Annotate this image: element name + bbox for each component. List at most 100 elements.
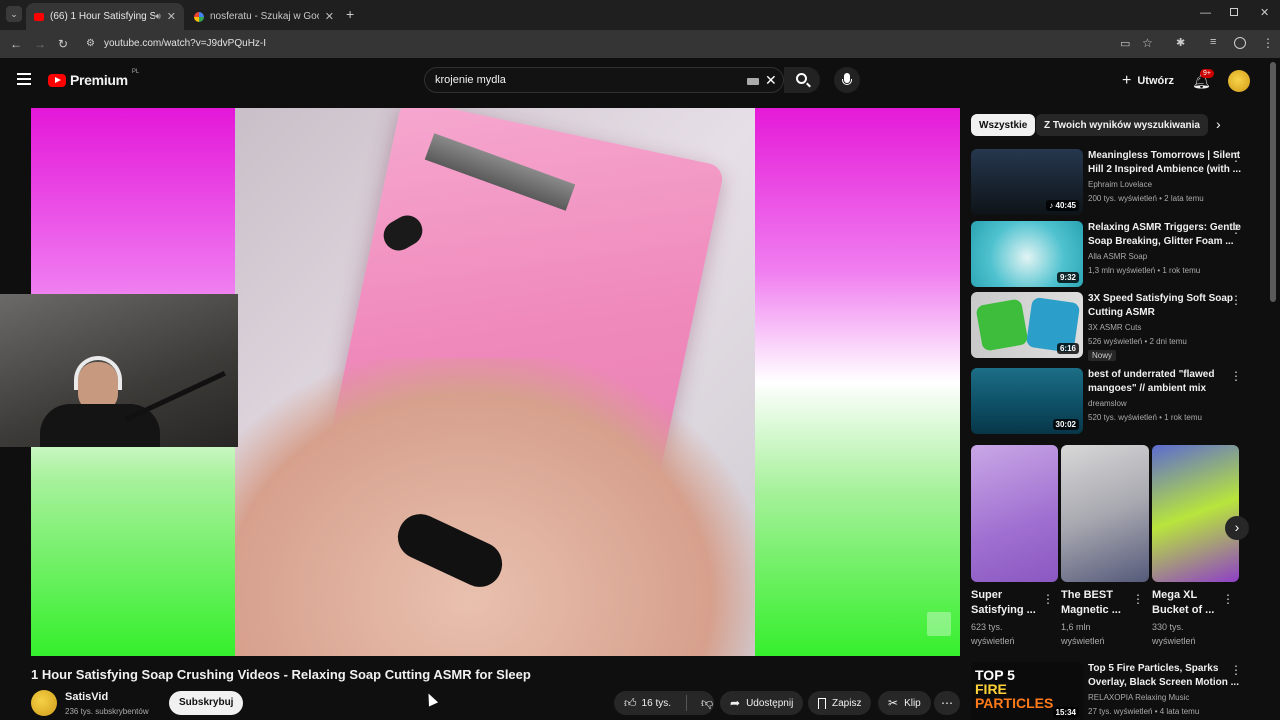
- more-vertical-icon[interactable]: ⋮: [1132, 592, 1144, 606]
- create-button[interactable]: + Utwórz: [1122, 72, 1174, 90]
- new-tab-button[interactable]: +: [346, 6, 354, 22]
- tab-list-button[interactable]: ⌄: [6, 6, 22, 22]
- channel-name[interactable]: RELAXOPIA Relaxing Music: [1088, 691, 1189, 705]
- like-dislike-group: 👍︎ 16 tys. 👎︎: [614, 691, 714, 715]
- shorts-next-button[interactable]: ›: [1225, 516, 1249, 540]
- more-vertical-icon[interactable]: ⋮: [1230, 369, 1242, 383]
- thumbnail-3[interactable]: 6:16: [971, 292, 1083, 358]
- video-title-line[interactable]: Soap Breaking, Glitter Foam ...: [1088, 235, 1234, 249]
- close-tab-icon[interactable]: ✕: [325, 10, 334, 23]
- video-title-line[interactable]: Overlay, Black Screen Motion ...: [1088, 676, 1239, 690]
- youtube-logo[interactable]: Premium PL: [48, 69, 140, 88]
- thumbnail-1[interactable]: ♪ 40:45: [971, 149, 1083, 215]
- hand-image: [235, 358, 755, 656]
- restore-icon[interactable]: [1230, 8, 1238, 16]
- video-title-line[interactable]: Hill 2 Inspired Ambience (with ...: [1088, 163, 1241, 177]
- reload-icon[interactable]: ↻: [58, 37, 68, 51]
- channel-name[interactable]: SatisVid: [65, 691, 108, 703]
- scissors-icon: ✂: [888, 696, 899, 710]
- video-title-line[interactable]: Top 5 Fire Particles, Sparks: [1088, 662, 1218, 676]
- short-title-line[interactable]: Satisfying ...: [971, 603, 1036, 617]
- youtube-play-logo-icon: [48, 73, 66, 87]
- more-vertical-icon[interactable]: ⋮: [1042, 592, 1054, 606]
- video-title: 1 Hour Satisfying Soap Crushing Videos -…: [31, 667, 531, 682]
- video-title-line[interactable]: mangoes" // ambient mix: [1088, 382, 1206, 396]
- save-button[interactable]: Zapisz: [808, 691, 872, 715]
- video-title-line[interactable]: Relaxing ASMR Triggers: Gentle: [1088, 221, 1241, 235]
- search-button[interactable]: [784, 67, 820, 93]
- short-views: 330 tys.: [1152, 622, 1184, 632]
- more-vertical-icon[interactable]: ⋮: [1222, 592, 1234, 606]
- video-title-line[interactable]: best of underrated "flawed: [1088, 368, 1214, 382]
- media-control-icon[interactable]: ≡: [1210, 36, 1216, 48]
- subscribe-button[interactable]: Subskrybuj: [169, 691, 244, 715]
- browser-tab-bar: ⌄ (66) 1 Hour Satisfying Soap 🔊︎ ✕ nosfe…: [0, 0, 1280, 30]
- thumbnail-5[interactable]: TOP 5 FIRE PARTICLES 15:34: [971, 662, 1083, 720]
- more-horizontal-icon: ⋯: [941, 696, 953, 710]
- short-thumbnail-3[interactable]: [1152, 445, 1239, 582]
- speaker-icon[interactable]: 🔊︎: [155, 11, 161, 22]
- bookmark-star-icon[interactable]: ☆: [1142, 36, 1153, 50]
- channel-avatar[interactable]: [31, 690, 57, 716]
- notifications-button[interactable]: 🔔︎ 9+: [1192, 69, 1214, 91]
- more-vertical-icon[interactable]: ⋮: [1230, 663, 1242, 677]
- close-tab-icon[interactable]: ✕: [167, 10, 176, 23]
- channel-name[interactable]: dreamslow: [1088, 397, 1127, 411]
- like-button[interactable]: 👍︎ 16 tys.: [614, 696, 680, 711]
- short-title-line[interactable]: Bucket of ...: [1152, 603, 1214, 617]
- search-input[interactable]: krojenie mydla: [435, 74, 506, 86]
- thumbnail-2[interactable]: 9:32: [971, 221, 1083, 287]
- short-title-line[interactable]: Mega XL: [1152, 588, 1197, 602]
- short-title-line[interactable]: Super: [971, 588, 1002, 602]
- minimize-icon[interactable]: —: [1200, 7, 1211, 19]
- video-title-line[interactable]: 3X Speed Satisfying Soft Soap: [1088, 292, 1233, 306]
- clear-search-icon[interactable]: ✕: [765, 72, 777, 89]
- thumbnail-text: FIRE: [975, 681, 1007, 697]
- video-meta: 520 tys. wyświetleń • 1 rok temu: [1088, 413, 1202, 422]
- hamburger-menu-icon[interactable]: [17, 73, 31, 85]
- like-count: 16 tys.: [641, 697, 672, 709]
- more-vertical-icon[interactable]: ⋮: [1230, 293, 1242, 307]
- browser-menu-icon[interactable]: ⋮: [1262, 36, 1274, 50]
- close-window-icon[interactable]: ✕: [1260, 6, 1269, 19]
- voice-search-button[interactable]: [834, 67, 860, 93]
- short-thumbnail-2[interactable]: [1061, 445, 1149, 582]
- more-vertical-icon[interactable]: ⋮: [1230, 150, 1242, 164]
- share-button[interactable]: ➦ Udostępnij: [720, 691, 804, 715]
- extensions-icon[interactable]: ✱: [1176, 36, 1185, 49]
- logo-country-badge: PL: [131, 69, 140, 75]
- forward-icon[interactable]: →: [34, 37, 46, 51]
- more-actions-button[interactable]: ⋯: [934, 691, 960, 715]
- avatar[interactable]: [1228, 70, 1250, 92]
- video-title-line[interactable]: Meaningless Tomorrows | Silent: [1088, 149, 1240, 163]
- page-scrollbar[interactable]: [1270, 62, 1276, 302]
- chip-from-your-search[interactable]: Z Twoich wyników wyszukiwania: [1036, 114, 1208, 136]
- site-info-icon[interactable]: ⚙︎: [86, 38, 95, 49]
- short-title-line[interactable]: The BEST: [1061, 588, 1113, 602]
- back-icon[interactable]: ←: [10, 37, 22, 51]
- clip-button[interactable]: ✂ Klip: [878, 691, 931, 715]
- share-icon: ➦: [730, 696, 741, 710]
- google-favicon-icon: [194, 11, 204, 22]
- video-title-line[interactable]: Cutting ASMR: [1088, 306, 1155, 320]
- keyboard-icon[interactable]: [747, 78, 759, 85]
- channel-name[interactable]: Ephraim Lovelace: [1088, 178, 1152, 192]
- url-field[interactable]: youtube.com/watch?v=J9dvPQuHz-I: [104, 38, 266, 49]
- profile-icon[interactable]: [1234, 37, 1246, 49]
- dislike-button[interactable]: 👎︎: [693, 696, 713, 711]
- tab-google[interactable]: nosferatu - Szukaj w Google ✕: [186, 3, 342, 30]
- channel-name[interactable]: Alla ASMR Soap: [1088, 250, 1147, 264]
- short-thumbnail-1[interactable]: [971, 445, 1058, 582]
- tab-youtube[interactable]: (66) 1 Hour Satisfying Soap 🔊︎ ✕: [26, 3, 184, 30]
- search-box[interactable]: krojenie mydla ✕: [424, 67, 784, 93]
- channel-watermark[interactable]: [927, 612, 951, 636]
- thumbnail-4[interactable]: 30:02: [971, 368, 1083, 434]
- save-label: Zapisz: [832, 697, 862, 709]
- more-vertical-icon[interactable]: ⋮: [1230, 222, 1242, 236]
- chip-next-arrow-icon[interactable]: ›: [1216, 116, 1221, 132]
- cast-icon[interactable]: ▭: [1120, 37, 1130, 50]
- channel-name[interactable]: 3X ASMR Cuts: [1088, 321, 1141, 335]
- chip-all[interactable]: Wszystkie: [971, 114, 1036, 136]
- share-label: Udostępnij: [746, 697, 794, 709]
- short-title-line[interactable]: Magnetic ...: [1061, 603, 1121, 617]
